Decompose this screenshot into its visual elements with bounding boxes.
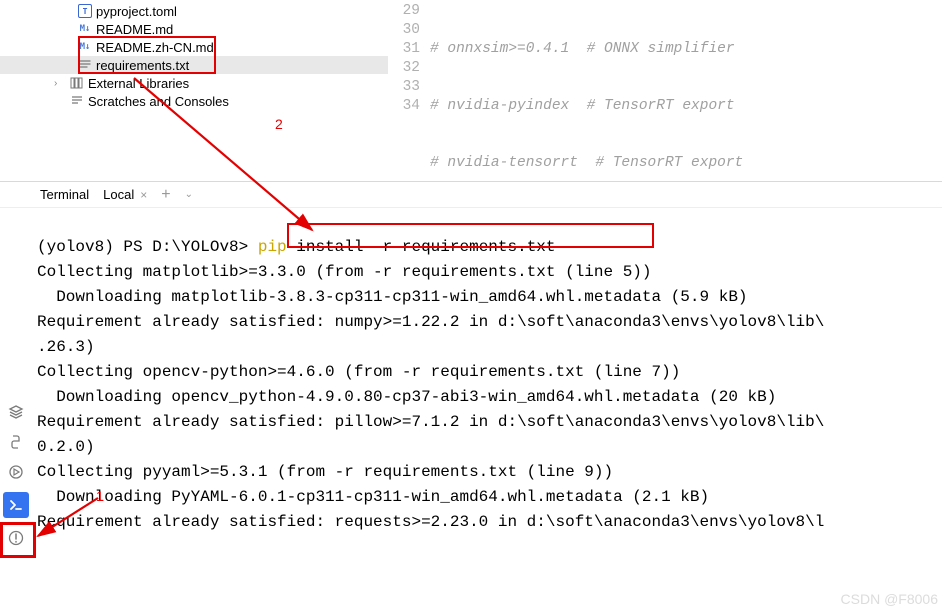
terminal-prompt: (yolov8) PS D:\YOLOv8> <box>37 238 258 256</box>
toml-icon: T <box>78 4 92 18</box>
external-libraries[interactable]: › External Libraries <box>0 74 388 92</box>
terminal-tab-local[interactable]: Local × <box>103 187 147 202</box>
file-readme[interactable]: M↓ README.md <box>0 20 388 38</box>
new-terminal-button[interactable]: + <box>161 186 170 204</box>
markdown-icon: M↓ <box>78 22 92 36</box>
scratch-icon <box>70 94 84 108</box>
services-icon[interactable] <box>6 462 26 482</box>
file-label: README.md <box>96 22 173 37</box>
terminal-tabbar: Terminal Local × + ⌄ <box>0 182 942 208</box>
text-file-icon <box>78 58 92 72</box>
terminal-tool-button[interactable] <box>3 492 29 518</box>
item-label: Scratches and Consoles <box>88 94 229 109</box>
file-requirements[interactable]: requirements.txt <box>0 56 388 74</box>
project-tree[interactable]: T pyproject.toml M↓ README.md M↓ README.… <box>0 0 388 181</box>
problems-icon[interactable] <box>6 528 26 548</box>
chevron-right-icon: › <box>54 78 64 89</box>
editor-content[interactable]: # onnxsim>=0.4.1 # ONNX simplifier # nvi… <box>430 2 942 181</box>
close-icon[interactable]: × <box>140 188 147 202</box>
library-icon <box>70 76 84 90</box>
file-pyproject[interactable]: T pyproject.toml <box>0 2 388 20</box>
watermark: CSDN @F8006 <box>841 591 938 607</box>
file-label: requirements.txt <box>96 58 189 73</box>
file-readme-cn[interactable]: M↓ README.zh-CN.md <box>0 38 388 56</box>
scratches-consoles[interactable]: Scratches and Consoles <box>0 92 388 110</box>
tool-window-bar <box>0 402 32 548</box>
layers-icon[interactable] <box>6 402 26 422</box>
terminal-panel-title[interactable]: Terminal <box>40 187 89 202</box>
item-label: External Libraries <box>88 76 189 91</box>
terminal-output[interactable]: (yolov8) PS D:\YOLOv8> pip install -r re… <box>0 208 942 535</box>
file-label: pyproject.toml <box>96 4 177 19</box>
markdown-icon: M↓ <box>78 40 92 54</box>
file-label: README.zh-CN.md <box>96 40 214 55</box>
editor-gutter: 29 30 31 32 33 34 <box>388 2 430 181</box>
code-editor[interactable]: 29 30 31 32 33 34 # onnxsim>=0.4.1 # ONN… <box>388 0 942 181</box>
chevron-down-icon[interactable]: ⌄ <box>185 189 193 200</box>
python-console-icon[interactable] <box>6 432 26 452</box>
